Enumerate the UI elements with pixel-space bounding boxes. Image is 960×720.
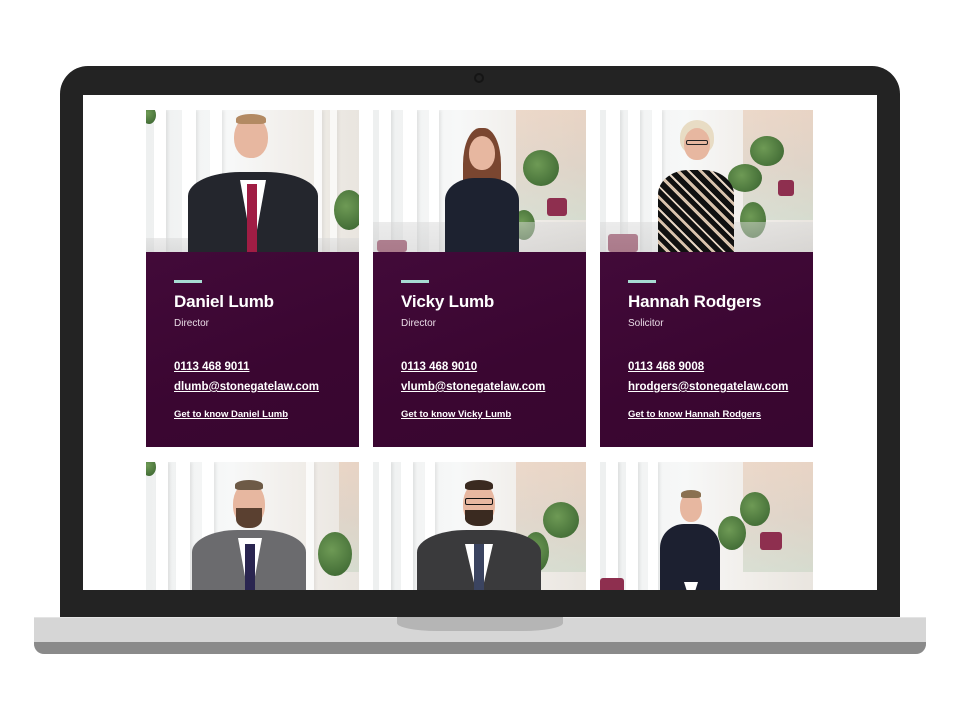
team-photo[interactable]	[146, 110, 359, 252]
team-member-role: Director	[401, 318, 437, 329]
team-photo[interactable]	[146, 462, 359, 590]
team-photo[interactable]	[373, 110, 586, 252]
accent-bar	[174, 280, 202, 283]
team-info-panel: Daniel Lumb Director 0113 468 9011 dlumb…	[146, 252, 359, 447]
accent-bar	[401, 280, 429, 283]
team-card: Hannah Rodgers Solicitor 0113 468 9008 h…	[600, 110, 813, 447]
email-link[interactable]: hrodgers@stonegatelaw.com	[628, 377, 788, 397]
email-link[interactable]: dlumb@stonegatelaw.com	[174, 377, 331, 397]
phone-link[interactable]: 0113 468 9010	[401, 357, 558, 377]
phone-link[interactable]: 0113 468 9011	[174, 357, 331, 377]
laptop-base-edge	[34, 642, 926, 654]
team-member-name: Vicky Lumb	[401, 292, 495, 311]
profile-link[interactable]: Get to know Daniel Lumb	[174, 409, 331, 420]
team-photo[interactable]	[600, 110, 813, 252]
team-card	[600, 462, 813, 590]
team-member-name: Daniel Lumb	[174, 292, 274, 311]
team-card: Daniel Lumb Director 0113 468 9011 dlumb…	[146, 110, 359, 447]
team-info-panel: Hannah Rodgers Solicitor 0113 468 9008 h…	[600, 252, 813, 447]
laptop-screen: Daniel Lumb Director 0113 468 9011 dlumb…	[83, 95, 877, 590]
team-member-role: Solicitor	[628, 318, 664, 329]
webcam-icon	[474, 73, 484, 83]
team-photo[interactable]	[373, 462, 586, 590]
email-link[interactable]: vlumb@stonegatelaw.com	[401, 377, 558, 397]
laptop-notch	[397, 617, 563, 631]
phone-link[interactable]: 0113 468 9008	[628, 357, 785, 377]
team-info-panel: Vicky Lumb Director 0113 468 9010 vlumb@…	[373, 252, 586, 447]
team-photo[interactable]	[600, 462, 813, 590]
team-member-role: Director	[174, 318, 210, 329]
team-card	[373, 462, 586, 590]
profile-link[interactable]: Get to know Hannah Rodgers	[628, 409, 785, 420]
profile-link[interactable]: Get to know Vicky Lumb	[401, 409, 558, 420]
accent-bar	[628, 280, 656, 283]
team-member-name: Hannah Rodgers	[628, 292, 762, 311]
team-card	[146, 462, 359, 590]
team-card: Vicky Lumb Director 0113 468 9010 vlumb@…	[373, 110, 586, 447]
